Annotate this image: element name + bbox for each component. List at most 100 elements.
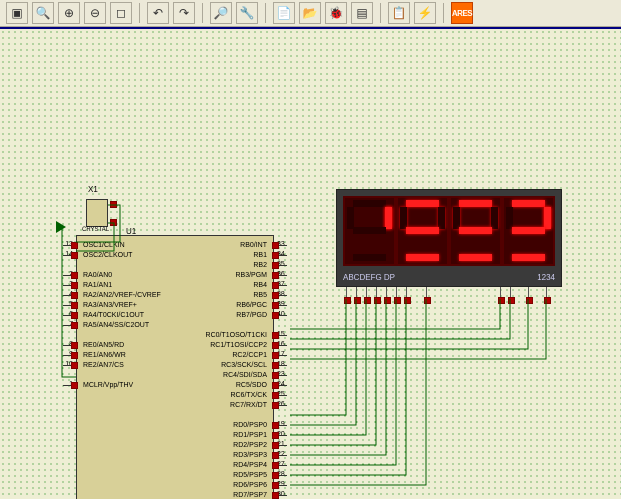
chip-pin-name: RC2/CCP1 (232, 352, 267, 359)
chip-pin-dot (71, 302, 78, 309)
chip-pin-dot (71, 292, 78, 299)
chip-pin-name: RB2 (253, 262, 267, 269)
chip-pin-name: RA0/AN0 (83, 272, 112, 279)
chip-pin-name: RC6/TX/CK (230, 392, 267, 399)
display-foot-right: 1234 (537, 273, 555, 282)
chip-pin-dot (272, 382, 279, 389)
ares-button[interactable]: ARES (451, 2, 473, 24)
chip-pin-dot (272, 472, 279, 479)
chip-pin-name: RD0/PSP0 (233, 422, 267, 429)
chip-pin-dot (272, 422, 279, 429)
chip-pin-name: RA2/AN2/VREF-/CVREF (83, 292, 161, 299)
chip-pin-dot (272, 492, 279, 499)
chip-pin-dot (272, 252, 279, 259)
chip-pin-name: RA4/T0CKI/C1OUT (83, 312, 144, 319)
chip-pin-dot (71, 242, 78, 249)
chip-pin-name: RB0/INT (240, 242, 267, 249)
file-open-icon[interactable]: 📂 (299, 2, 321, 24)
chip-pin-dot (272, 342, 279, 349)
chip-pin-dot (71, 272, 78, 279)
chip-pin-name: RB7/PGD (236, 312, 267, 319)
chip-pin-dot (71, 322, 78, 329)
run-icon[interactable]: ⚡ (414, 2, 436, 24)
chip-pin-name: RE1/AN6/WR (83, 352, 126, 359)
chip-pin-dot (272, 352, 279, 359)
chip-pin-name: RC0/T1OSO/T1CKI (206, 332, 267, 339)
chip-pin-name: RD4/PSP4 (233, 462, 267, 469)
chip-pin-name: RD6/PSP6 (233, 482, 267, 489)
chip-pin-dot (272, 302, 279, 309)
bug-icon[interactable]: 🐞 (325, 2, 347, 24)
chip-pin-name: RB4 (253, 282, 267, 289)
display-pins (342, 287, 558, 303)
chip-pin-dot (272, 402, 279, 409)
chip-pin-dot (272, 262, 279, 269)
probe-marker (56, 221, 66, 233)
chip-pin-name: RA3/AN3/VREF+ (83, 302, 137, 309)
zoom-icon[interactable]: 🔍 (32, 2, 54, 24)
display-foot-left: ABCDEFG DP (343, 273, 395, 282)
schematic-canvas[interactable]: X1 CRYSTAL U1 OSC1/CLKIN13OSC2/CLKOUT14R… (0, 29, 621, 499)
chip-pin-name: RD2/PSP2 (233, 442, 267, 449)
chip-pin-dot (71, 282, 78, 289)
crystal-type: CRYSTAL (82, 227, 109, 233)
chip-pin-dot (71, 312, 78, 319)
file-new-icon[interactable]: 📄 (273, 2, 295, 24)
zoom-in-icon[interactable]: ⊕ (58, 2, 80, 24)
crystal-pin-dot (110, 219, 117, 226)
seven-segment-display[interactable]: ABCDEFG DP 1234 (336, 189, 562, 287)
chip-pin-name: RA5/AN4/SS/C2OUT (83, 322, 149, 329)
toolbar: ▣🔍⊕⊖◻ ↶↷ 🔎🔧 📄📂🐞▤ 📋⚡ ARES (0, 0, 621, 27)
chip-pin-dot (272, 482, 279, 489)
chip-pin-dot (272, 312, 279, 319)
chip-pin-name: RC1/T1OSI/CCP2 (210, 342, 267, 349)
chip-pin-dot (71, 342, 78, 349)
zoom-out-icon[interactable]: ⊖ (84, 2, 106, 24)
chip-pin-dot (272, 432, 279, 439)
crystal[interactable] (86, 199, 108, 227)
chip-pin-name: RC3/SCK/SCL (221, 362, 267, 369)
chip-pin-name: RD1/PSP1 (233, 432, 267, 439)
chip-pin-dot (272, 292, 279, 299)
chip-pin-dot (272, 362, 279, 369)
chip-pin-name: RB1 (253, 252, 267, 259)
chip-pin-name: RE2/AN7/CS (83, 362, 124, 369)
chip-pin-name: RC7/RX/DT (230, 402, 267, 409)
chip-pin-name: RC5/SDO (236, 382, 267, 389)
chip-pin-dot (71, 352, 78, 359)
chip-pin-name: RB5 (253, 292, 267, 299)
chip-pin-dot (272, 272, 279, 279)
chip-pin-name: RD7/PSP7 (233, 492, 267, 499)
tools-icon[interactable]: 🔧 (236, 2, 258, 24)
chip-icon[interactable]: ▤ (351, 2, 373, 24)
seven-seg-digit (398, 198, 447, 264)
microcontroller[interactable]: OSC1/CLKIN13OSC2/CLKOUT14RA0/AN02RA1/AN1… (76, 235, 274, 499)
crystal-pin-dot (110, 201, 117, 208)
chip-pin-name: RD5/PSP5 (233, 472, 267, 479)
chip-pin-name: RB6/PGC (236, 302, 267, 309)
chip-pin-name: MCLR/Vpp/THV (83, 382, 133, 389)
seven-seg-digit (345, 198, 394, 264)
chip-pin-dot (71, 252, 78, 259)
chip-pin-name: RD3/PSP3 (233, 452, 267, 459)
seven-seg-digit (451, 198, 500, 264)
seven-seg-digit (504, 198, 553, 264)
crystal-ref: X1 (88, 185, 98, 194)
chip-pin-dot (272, 282, 279, 289)
chip-pin-dot (272, 462, 279, 469)
doc-icon[interactable]: 📋 (388, 2, 410, 24)
find-icon[interactable]: 🔎 (210, 2, 232, 24)
chip-pin-dot (272, 442, 279, 449)
nav-icon[interactable]: ▣ (6, 2, 28, 24)
zoom-all-icon[interactable]: ◻ (110, 2, 132, 24)
chip-pin-dot (272, 392, 279, 399)
redo-icon[interactable]: ↷ (173, 2, 195, 24)
chip-pin-name: OSC2/CLKOUT (83, 252, 132, 259)
chip-pin-name: RE0/AN5/RD (83, 342, 124, 349)
chip-pin-dot (71, 382, 78, 389)
undo-icon[interactable]: ↶ (147, 2, 169, 24)
chip-pin-dot (272, 452, 279, 459)
chip-pin-name: OSC1/CLKIN (83, 242, 125, 249)
chip-pin-dot (71, 362, 78, 369)
chip-pin-dot (272, 242, 279, 249)
